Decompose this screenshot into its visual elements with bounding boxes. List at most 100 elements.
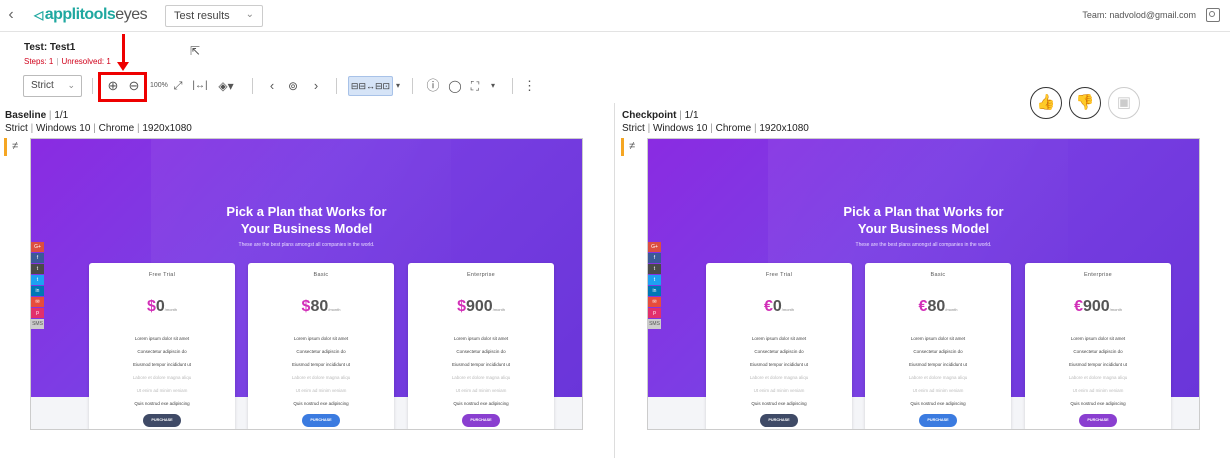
- back-arrow-icon[interactable]: ‹: [4, 6, 18, 24]
- plan-price: $900/month: [408, 298, 554, 316]
- layers-icon[interactable]: ◈▾: [214, 77, 238, 95]
- social-share-button[interactable]: t: [648, 264, 661, 274]
- baseline-header: Baseline | 1/1: [5, 110, 69, 121]
- previous-icon[interactable]: ‹: [266, 77, 278, 95]
- checkpoint-screenshot[interactable]: Pick a Plan that Works for Your Business …: [647, 138, 1200, 430]
- thumbs-down-reject-button[interactable]: 👎: [1069, 87, 1101, 119]
- pricing-card: Free Trial $0/month Lorem ipsum dolor sit …: [89, 263, 235, 429]
- match-level-select[interactable]: Strict ⌄: [23, 75, 82, 97]
- plan-feature: Eiusmod tempor incididunt ut: [291, 362, 351, 367]
- page-heading: Pick a Plan that Works for Your Business …: [31, 203, 582, 237]
- account-icon[interactable]: [1206, 8, 1220, 22]
- issue-icon[interactable]: ⓘ: [425, 77, 441, 95]
- view-select[interactable]: Test results ⌄: [165, 5, 263, 27]
- plan-feature: Ut enim ad minim veniam: [136, 388, 188, 393]
- history-icon[interactable]: ⊚: [286, 77, 300, 95]
- social-share-button[interactable]: t: [31, 264, 44, 274]
- mouse-cursor-icon: ⇱: [190, 44, 201, 58]
- next-icon[interactable]: ›: [310, 77, 322, 95]
- plan-price: $0/month: [89, 298, 235, 316]
- purchase-button[interactable]: PURCHASE: [1079, 414, 1117, 427]
- price-period: /month: [164, 307, 178, 312]
- social-share-bar: G+ f t t in ✉ p SMS: [648, 242, 662, 330]
- chevron-down-icon: ⌄: [67, 80, 75, 90]
- checkpoint-environment: Strict | Windows 10 | Chrome | 1920x1080: [622, 123, 809, 134]
- baseline-screenshot[interactable]: Pick a Plan that Works for Your Business …: [30, 138, 583, 430]
- social-share-button[interactable]: SMS: [31, 319, 44, 329]
- toolbar-divider: [92, 78, 93, 94]
- price-period: /month: [328, 307, 341, 312]
- plan-feature: Quis nostrud exe adipiscing: [453, 401, 509, 406]
- panel-divider: [614, 103, 615, 458]
- plan-feature: Ut enim ad minim veniam: [1072, 388, 1124, 393]
- plan-name: Enterprise: [466, 272, 496, 278]
- plan-feature: Lorem ipsum dolor sit amet: [910, 336, 966, 341]
- price-amount: 900: [1082, 298, 1110, 315]
- purchase-button[interactable]: PURCHASE: [143, 414, 181, 427]
- social-share-button[interactable]: p: [31, 308, 44, 318]
- purchase-button[interactable]: PURCHASE: [302, 414, 340, 427]
- social-share-button[interactable]: ✉: [31, 297, 44, 307]
- currency-symbol: €: [763, 298, 773, 315]
- social-share-button[interactable]: f: [648, 253, 661, 263]
- pricing-card: Enterprise $900/month Lorem ipsum dolor si…: [408, 263, 554, 429]
- fit-width-icon[interactable]: |↔|: [192, 77, 208, 95]
- social-share-button[interactable]: f: [31, 253, 44, 263]
- page-subtitle: These are the best plans amongst all com…: [855, 242, 992, 248]
- page-heading-line1: Pick a Plan that Works for: [226, 204, 387, 219]
- plan-feature: Consectetur adipiscin do: [137, 349, 187, 354]
- purchase-button[interactable]: PURCHASE: [919, 414, 957, 427]
- side-by-side-view-button[interactable]: ⊟⊟↔⊟⊡: [348, 76, 393, 96]
- plan-price: €80/month: [865, 298, 1011, 316]
- plan-feature: Eiusmod tempor incididunt ut: [749, 362, 809, 367]
- chevron-down-icon[interactable]: ▾: [488, 77, 498, 95]
- purchase-button[interactable]: PURCHASE: [760, 414, 798, 427]
- plan-feature: Lorem ipsum dolor sit amet: [751, 336, 807, 341]
- social-share-button[interactable]: t: [31, 275, 44, 285]
- save-button[interactable]: ▣: [1108, 87, 1140, 119]
- plan-price: $80/month: [248, 298, 394, 316]
- plan-feature: Quis nostrud exe adipiscing: [910, 401, 966, 406]
- price-amount: 80: [310, 298, 329, 315]
- social-share-button[interactable]: G+: [648, 242, 661, 252]
- plan-feature: Eiusmod tempor incididunt ut: [132, 362, 192, 367]
- social-share-button[interactable]: p: [648, 308, 661, 318]
- page-heading-line2: Your Business Model: [240, 221, 373, 236]
- region-icon[interactable]: ⛶: [468, 77, 482, 95]
- price-period: /month: [781, 307, 795, 312]
- plan-feature: Consectetur adipiscin do: [913, 349, 963, 354]
- zoom-out-icon[interactable]: ⊖: [126, 77, 142, 95]
- chevron-down-icon[interactable]: ▾: [393, 77, 403, 95]
- chevron-down-icon: ⌄: [245, 9, 254, 20]
- toolbar-divider: [252, 78, 253, 94]
- pricing-card: Basic €80/month Lorem ipsum dolor sit amet…: [865, 263, 1011, 429]
- plan-feature: Labore et dolore magna aliqu: [291, 375, 351, 380]
- social-share-button[interactable]: G+: [31, 242, 44, 252]
- plan-price: €0/month: [706, 298, 852, 316]
- diff-marker[interactable]: [4, 138, 7, 156]
- plan-feature: Eiusmod tempor incididunt ut: [908, 362, 968, 367]
- more-options-icon[interactable]: ⋮: [523, 77, 536, 95]
- zoom-100-icon[interactable]: 100%: [150, 77, 168, 95]
- fit-to-screen-icon[interactable]: ⤢: [171, 77, 185, 95]
- zoom-in-icon[interactable]: ⊕: [105, 77, 121, 95]
- social-share-button[interactable]: ✉: [648, 297, 661, 307]
- purchase-button[interactable]: PURCHASE: [462, 414, 500, 427]
- thumbs-up-accept-button[interactable]: 👍: [1030, 87, 1062, 119]
- price-period: /month: [1109, 307, 1122, 312]
- plan-name: Free Trial: [148, 272, 176, 278]
- logo-mark-icon: ◁: [34, 8, 43, 22]
- social-share-button[interactable]: in: [648, 286, 661, 296]
- plan-feature: Labore et dolore magna aliqu: [132, 375, 192, 380]
- social-share-button[interactable]: in: [31, 286, 44, 296]
- diff-marker[interactable]: [621, 138, 624, 156]
- toolbar-divider: [336, 78, 337, 94]
- baseline-environment: Strict | Windows 10 | Chrome | 1920x1080: [5, 123, 192, 134]
- comment-icon[interactable]: ◯: [447, 77, 463, 95]
- social-share-button[interactable]: t: [648, 275, 661, 285]
- social-share-button[interactable]: SMS: [648, 319, 661, 329]
- not-equal-icon: ≠: [629, 140, 636, 152]
- price-amount: 80: [927, 298, 946, 315]
- page-subtitle: These are the best plans amongst all com…: [238, 242, 375, 248]
- page-heading: Pick a Plan that Works for Your Business …: [648, 203, 1199, 237]
